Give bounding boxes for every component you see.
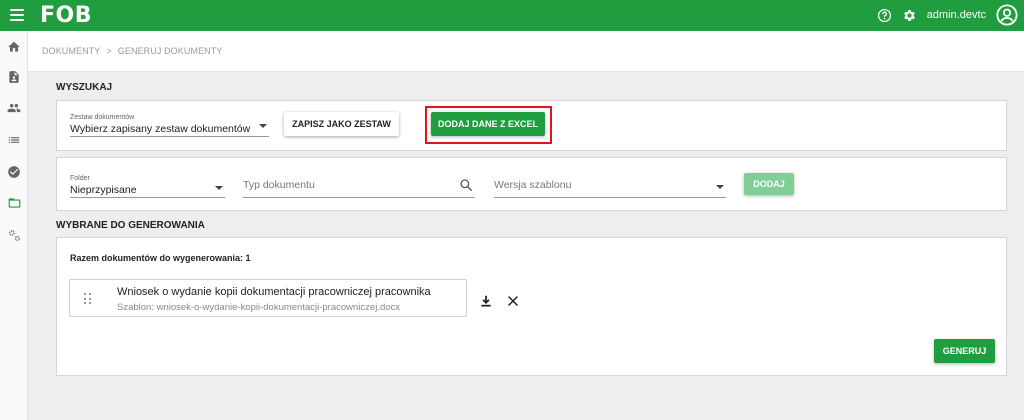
template-version-placeholder: Wersja szablonu <box>494 179 572 191</box>
document-set-value: Wybierz zapisany zestaw dokumentów <box>70 123 251 135</box>
add-button[interactable]: DODAJ <box>744 173 794 195</box>
sidebar <box>0 31 28 420</box>
top-app-bar: FOB admin.devtc <box>0 0 1024 31</box>
folder-label: Folder <box>70 175 90 182</box>
menu-icon[interactable] <box>10 9 24 21</box>
generate-button[interactable]: GENERUJ <box>934 339 995 363</box>
chevron-down-icon <box>215 186 223 190</box>
save-as-set-button[interactable]: ZAPISZ JAKO ZESTAW <box>284 112 399 136</box>
document-type-placeholder: Typ dokumentu <box>243 179 315 191</box>
check-circle-icon[interactable] <box>6 164 22 180</box>
download-icon[interactable] <box>479 294 493 308</box>
app-logo[interactable]: FOB <box>40 3 92 28</box>
document-set-select[interactable]: Zestaw dokumentów Wybierz zapisany zesta… <box>70 112 269 137</box>
document-set-label: Zestaw dokumentów <box>70 114 135 121</box>
folder-select[interactable]: Folder Nieprzypisane <box>70 174 225 198</box>
drag-handle-icon[interactable] <box>84 293 92 305</box>
document-type-input[interactable]: Typ dokumentu <box>243 177 475 198</box>
close-icon[interactable] <box>507 295 519 307</box>
filters-panel: Folder Nieprzypisane Typ dokumentu Wersj… <box>56 157 1007 211</box>
template-version-select[interactable]: Wersja szablonu <box>494 177 726 198</box>
breadcrumb-bar: DOKUMENTY > GENERUJ DOKUMENTY <box>28 31 1024 72</box>
breadcrumb-item-current: GENERUJ DOKUMENTY <box>117 46 223 56</box>
document-icon[interactable] <box>6 69 22 85</box>
selected-section-title: WYBRANE DO GENEROWANIA <box>56 220 205 231</box>
account-icon[interactable] <box>996 4 1018 26</box>
document-title: Wniosek o wydanie kopii dokumentacji pra… <box>117 286 431 298</box>
home-icon[interactable] <box>6 39 22 55</box>
list-icon[interactable] <box>6 132 22 148</box>
gear-icon[interactable] <box>902 8 917 23</box>
total-documents-label: Razem dokumentów do wygenerowania: 1 <box>70 253 251 263</box>
chevron-down-icon <box>716 185 724 189</box>
list-item[interactable]: Wniosek o wydanie kopii dokumentacji pra… <box>69 279 467 317</box>
search-section-title: WYSZUKAJ <box>56 82 113 93</box>
chevron-down-icon <box>259 124 267 128</box>
username[interactable]: admin.devtc <box>927 9 986 21</box>
people-icon[interactable] <box>6 100 22 116</box>
breadcrumb-item-dokumenty[interactable]: DOKUMENTY <box>42 46 100 56</box>
folder-value: Nieprzypisane <box>70 184 137 196</box>
breadcrumb-separator: > <box>106 46 112 56</box>
help-icon[interactable] <box>877 8 892 23</box>
folder-open-icon[interactable] <box>6 195 22 211</box>
highlight-annotation-box <box>425 106 552 144</box>
user-area: admin.devtc <box>877 4 1018 26</box>
breadcrumb: DOKUMENTY > GENERUJ DOKUMENTY <box>42 46 222 56</box>
document-template: Szablon: wniosek-o-wydanie-kopii-dokumen… <box>117 302 401 313</box>
settings-cogs-icon[interactable] <box>6 227 22 243</box>
search-icon[interactable] <box>459 178 473 192</box>
